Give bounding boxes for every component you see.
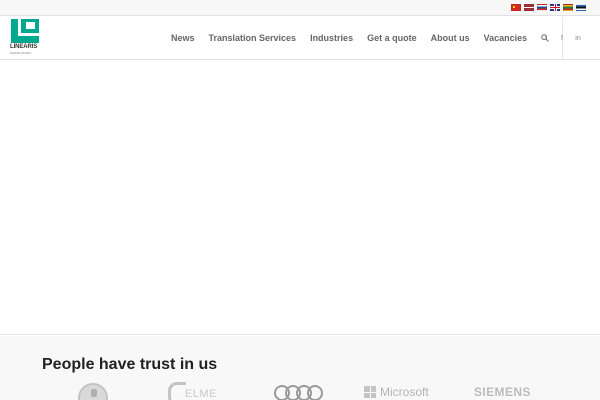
audi-logo-icon: [274, 380, 328, 400]
nav-translation-services[interactable]: Translation Services: [202, 33, 304, 43]
client-logo-text: ELME: [185, 388, 217, 400]
top-bar: [0, 0, 600, 16]
logo-name: LINEARIS: [10, 44, 38, 50]
site-logo[interactable]: LINEARIS TRANSLATIONS: [10, 19, 42, 59]
nav-news[interactable]: News: [164, 33, 202, 43]
social-links: t f in: [538, 17, 586, 59]
flag-lv-icon[interactable]: [524, 4, 534, 11]
nav-get-a-quote[interactable]: Get a quote: [360, 33, 424, 43]
client-seal-logo-icon: [76, 380, 112, 400]
nav-industries[interactable]: Industries: [303, 33, 360, 43]
nav-vacancies[interactable]: Vacancies: [477, 33, 535, 43]
trust-section: People have trust in us ELME Microsoft S…: [0, 336, 600, 400]
client-logo-text: SIEMENS: [474, 385, 531, 399]
flag-ee-icon[interactable]: [576, 4, 586, 11]
twitter-icon[interactable]: t: [538, 17, 554, 59]
client-logo-text: Microsoft: [380, 385, 429, 399]
trust-heading: People have trust in us: [42, 356, 218, 373]
main-nav: News Translation Services Industries Get…: [164, 17, 564, 59]
siemens-logo-icon: SIEMENS: [474, 380, 540, 400]
flag-gb-icon[interactable]: [550, 4, 560, 11]
logo-subtitle: TRANSLATIONS: [10, 52, 31, 55]
facebook-icon[interactable]: f: [554, 17, 570, 59]
flag-lt-icon[interactable]: [563, 4, 573, 11]
linearis-logo-icon: [11, 19, 39, 43]
site-header: LINEARIS TRANSLATIONS News Translation S…: [0, 17, 600, 60]
microsoft-logo-icon: Microsoft: [364, 380, 444, 400]
hero-slider-area: [0, 61, 600, 335]
language-switcher: [511, 4, 586, 11]
flag-cn-icon[interactable]: [511, 4, 521, 11]
client-elme-logo-icon: ELME: [168, 380, 230, 400]
flag-ru-icon[interactable]: [537, 4, 547, 11]
linkedin-icon[interactable]: in: [570, 17, 586, 59]
nav-about-us[interactable]: About us: [424, 33, 477, 43]
